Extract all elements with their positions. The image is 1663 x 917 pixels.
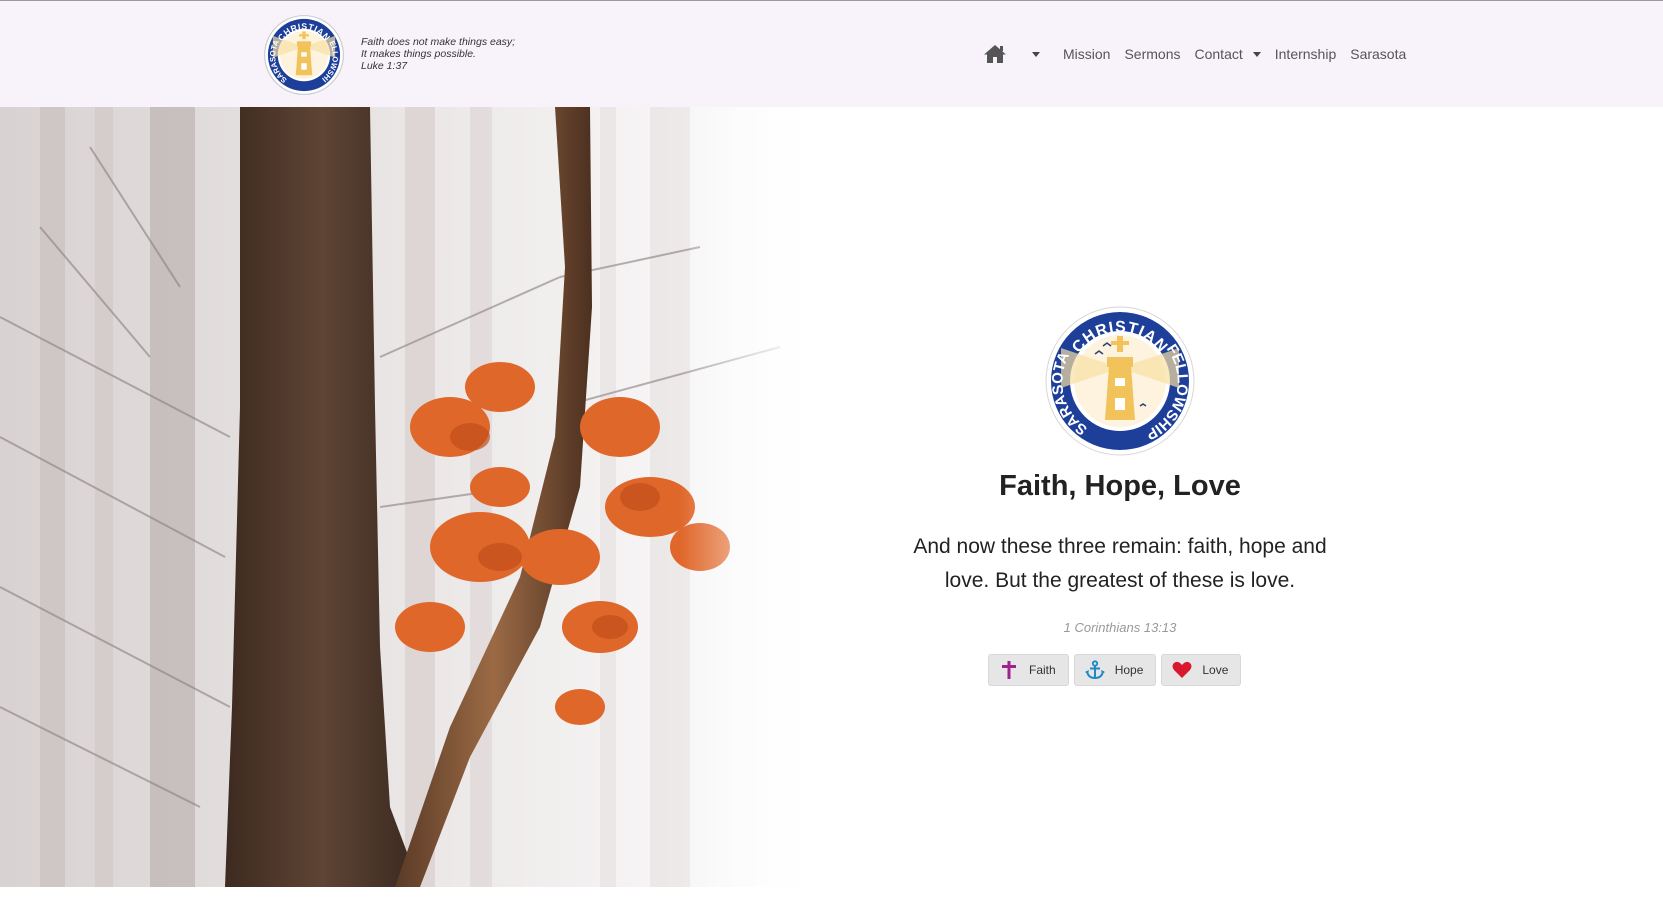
- site-header: CHRISTIAN SARASOTA FELLOWSHIP Faith does…: [0, 1, 1663, 107]
- chevron-down-icon: [1252, 51, 1261, 57]
- nav-item-label: Mission: [1063, 46, 1111, 62]
- nav-item-label: Sarasota: [1350, 46, 1407, 62]
- main-nav: Mission Sermons Contact Internship Saras…: [980, 39, 1413, 69]
- faith-button-label: Faith: [1029, 663, 1056, 677]
- love-button-label: Love: [1202, 663, 1229, 677]
- home-dropdown-toggle[interactable]: [1028, 48, 1044, 61]
- verse-reference: 1 Corinthians 13:13: [1063, 620, 1177, 635]
- nav-home-link[interactable]: [980, 41, 1010, 67]
- chevron-down-icon: [1032, 51, 1040, 57]
- virtue-buttons: Faith Hope Love: [988, 654, 1242, 686]
- church-seal: CHRISTIAN SARASOTA FELLOWSHIP: [1045, 306, 1195, 456]
- tagline-line-3: Luke 1:37: [361, 60, 408, 72]
- nav-item-contact[interactable]: Contact: [1188, 46, 1268, 62]
- nav-item-label: Internship: [1274, 46, 1337, 62]
- tagline-line-2: It makes things possible.: [361, 48, 476, 60]
- hero-forest-image: [0, 107, 850, 887]
- nav-item-mission[interactable]: Mission: [1056, 46, 1117, 62]
- cross-icon: [999, 660, 1019, 680]
- header-tagline: Faith does not make things easy; It make…: [361, 36, 515, 72]
- home-icon: [984, 45, 1006, 63]
- hope-button-label: Hope: [1114, 663, 1144, 677]
- heart-icon: [1172, 660, 1192, 680]
- nav-item-label: Sermons: [1124, 46, 1181, 62]
- tagline-line-1: Faith does not make things easy;: [361, 36, 516, 48]
- hero-title: Faith, Hope, Love: [999, 470, 1241, 502]
- love-button[interactable]: Love: [1161, 654, 1242, 686]
- site-logo[interactable]: CHRISTIAN SARASOTA FELLOWSHIP: [260, 7, 345, 96]
- anchor-icon: [1084, 660, 1105, 680]
- hero-verse: And now these three remain: faith, hope …: [913, 535, 1327, 592]
- nav-item-sermons[interactable]: Sermons: [1117, 46, 1187, 62]
- hope-button[interactable]: Hope: [1073, 654, 1157, 686]
- nav-item-label: Contact: [1194, 46, 1243, 62]
- nav-item-internship[interactable]: Internship: [1268, 46, 1343, 62]
- faith-button[interactable]: Faith: [988, 654, 1069, 686]
- nav-item-sarasota[interactable]: Sarasota: [1343, 46, 1413, 62]
